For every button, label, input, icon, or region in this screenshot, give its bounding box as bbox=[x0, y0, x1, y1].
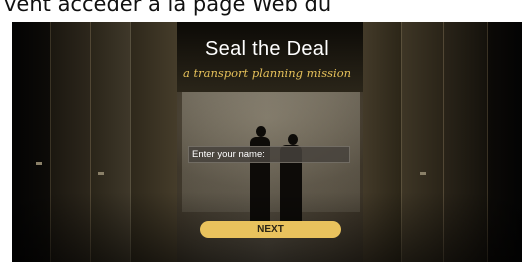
hero-background-image: Seal the Deal a transport planning missi… bbox=[12, 22, 522, 262]
name-field-container bbox=[188, 146, 350, 163]
silhouette-head bbox=[288, 134, 298, 145]
background-document-text: vent accéder à la page Web du bbox=[4, 0, 332, 16]
page-title: Seal the Deal bbox=[205, 38, 329, 60]
name-input[interactable] bbox=[189, 147, 349, 162]
page-subtitle: a transport planning mission bbox=[182, 66, 352, 80]
door-handle bbox=[36, 162, 42, 165]
door-handle bbox=[420, 172, 426, 175]
silhouette-head bbox=[256, 126, 266, 137]
door-handle bbox=[98, 172, 104, 175]
next-button[interactable]: NEXT bbox=[200, 221, 341, 238]
page: vent accéder à la page Web du Seal the D… bbox=[0, 0, 522, 262]
